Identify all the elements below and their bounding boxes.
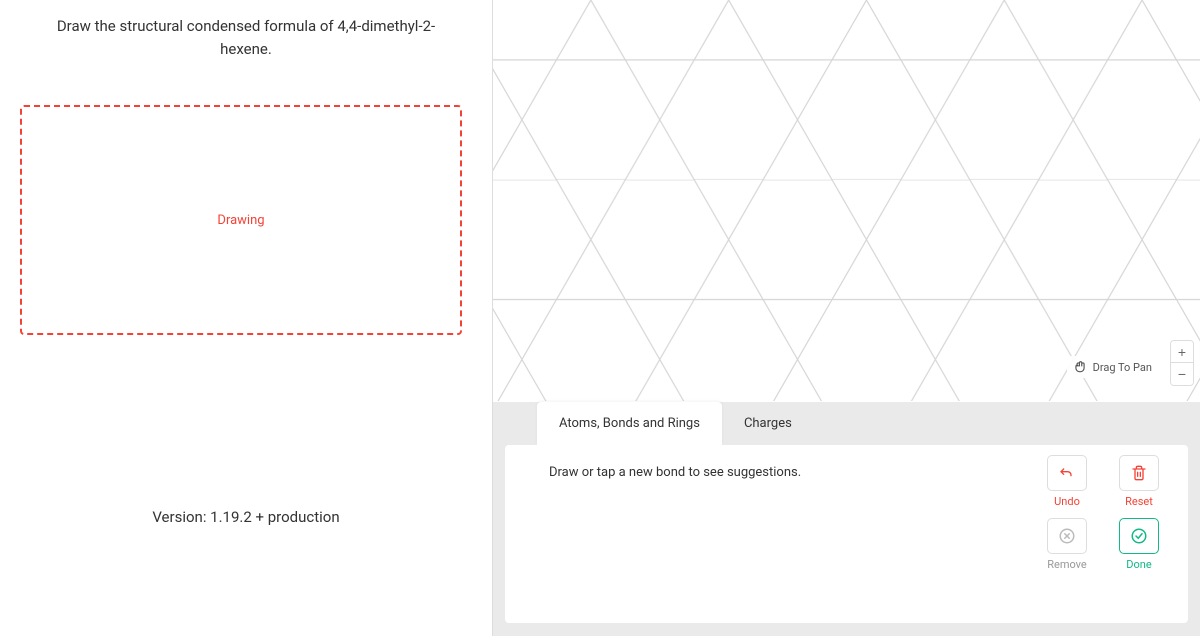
reset-button[interactable]: Reset: [1108, 455, 1170, 508]
question-prompt: Draw the structural condensed formula of…: [20, 15, 472, 60]
action-buttons: Undo Reset: [1036, 455, 1170, 571]
pan-control[interactable]: Drag To Pan: [1067, 356, 1158, 378]
tab-atoms-bonds-rings[interactable]: Atoms, Bonds and Rings: [537, 402, 722, 445]
undo-button[interactable]: Undo: [1036, 455, 1098, 508]
remove-icon: [1047, 518, 1087, 554]
reset-label: Reset: [1125, 495, 1153, 508]
zoom-out-button[interactable]: −: [1171, 363, 1193, 385]
drawing-canvas[interactable]: Drag To Pan + −: [493, 0, 1200, 402]
undo-label: Undo: [1054, 495, 1080, 508]
pan-label: Drag To Pan: [1093, 361, 1152, 374]
remove-label: Remove: [1047, 558, 1087, 571]
toolbox-panel: Atoms, Bonds and Rings Charges Draw or t…: [493, 402, 1200, 636]
tab-charges[interactable]: Charges: [722, 402, 814, 445]
editor-panel: Drag To Pan + − Atoms, Bonds and Rings C…: [492, 0, 1200, 636]
zoom-in-button[interactable]: +: [1171, 341, 1193, 363]
drawing-drop-area[interactable]: Drawing: [20, 105, 462, 335]
hand-icon: [1073, 360, 1087, 374]
check-icon: [1119, 518, 1159, 554]
undo-icon: [1047, 455, 1087, 491]
question-panel: Draw the structural condensed formula of…: [0, 0, 492, 636]
zoom-controls: + −: [1170, 340, 1194, 386]
trash-icon: [1119, 455, 1159, 491]
done-label: Done: [1126, 558, 1151, 571]
remove-button[interactable]: Remove: [1036, 518, 1098, 571]
version-label: Version: 1.19.2 + production: [0, 508, 492, 526]
done-button[interactable]: Done: [1108, 518, 1170, 571]
toolbox-content: Draw or tap a new bond to see suggestion…: [505, 445, 1188, 623]
hex-grid-background: [493, 0, 1200, 401]
drawing-placeholder: Drawing: [217, 213, 264, 228]
toolbox-tabs: Atoms, Bonds and Rings Charges: [493, 402, 1200, 445]
